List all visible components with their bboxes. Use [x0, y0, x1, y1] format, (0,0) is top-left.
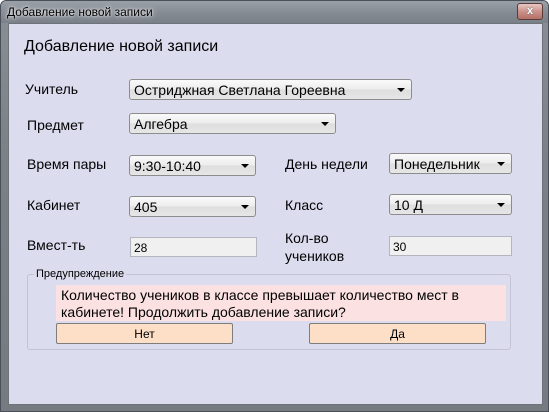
no-button-label: Нет: [134, 327, 155, 341]
warning-group: Предупреждение Количество учеников в кла…: [27, 268, 511, 350]
capacity-value: 28: [134, 241, 148, 255]
warning-message-line1: Количество учеников в классе превышает к…: [61, 287, 459, 303]
time-value: 9:30-10:40: [134, 158, 201, 174]
teacher-combobox[interactable]: Остриджная Светлана Гореевна: [129, 79, 412, 100]
weekday-label: День недели: [285, 156, 368, 172]
form-heading: Добавление новой записи: [24, 38, 219, 55]
weekday-combobox[interactable]: Понедельник: [389, 153, 512, 174]
chevron-down-icon: [321, 122, 329, 126]
capacity-label: Вмест-ть: [27, 237, 86, 253]
no-button[interactable]: Нет: [56, 323, 233, 344]
students-value: 30: [393, 240, 407, 254]
room-value: 405: [134, 199, 158, 215]
chevron-down-icon: [241, 164, 249, 168]
title-bar[interactable]: Добавление новой записи x: [1, 1, 548, 23]
teacher-label: Учитель: [25, 81, 79, 97]
time-label: Время пары: [27, 156, 107, 172]
dialog-window: Добавление новой записи x Добавление нов…: [0, 0, 549, 412]
subject-value: Алгебра: [134, 116, 188, 132]
class-value: 10 Д: [394, 197, 423, 213]
warning-message-line2: кабинете! Продолжить добавление записи?: [61, 304, 346, 320]
class-combobox[interactable]: 10 Д: [389, 194, 512, 215]
room-label: Кабинет: [27, 197, 81, 213]
class-label: Класс: [285, 197, 324, 213]
yes-button[interactable]: Да: [309, 323, 486, 344]
yes-button-label: Да: [390, 327, 405, 341]
chevron-down-icon: [241, 205, 249, 209]
chevron-down-icon: [497, 203, 505, 207]
window-title: Добавление новой записи: [7, 5, 153, 19]
teacher-value: Остриджная Светлана Гореевна: [134, 82, 346, 98]
close-icon: x: [526, 5, 534, 17]
weekday-value: Понедельник: [394, 156, 480, 172]
dialog-body: Добавление новой записи Учитель Остриджн…: [8, 23, 543, 405]
close-button[interactable]: x: [517, 3, 543, 20]
warning-legend: Предупреждение: [34, 268, 127, 280]
subject-combobox[interactable]: Алгебра: [129, 113, 336, 134]
students-label-line1: Кол-во: [285, 230, 329, 246]
capacity-field[interactable]: 28: [130, 237, 257, 257]
chevron-down-icon: [497, 162, 505, 166]
subject-label: Предмет: [27, 117, 84, 133]
room-combobox[interactable]: 405: [129, 196, 256, 217]
chevron-down-icon: [397, 88, 405, 92]
students-label-line2: учеников: [285, 248, 345, 264]
warning-message: Количество учеников в классе превышает к…: [56, 285, 506, 321]
students-field[interactable]: 30: [389, 236, 512, 256]
time-combobox[interactable]: 9:30-10:40: [129, 155, 256, 176]
